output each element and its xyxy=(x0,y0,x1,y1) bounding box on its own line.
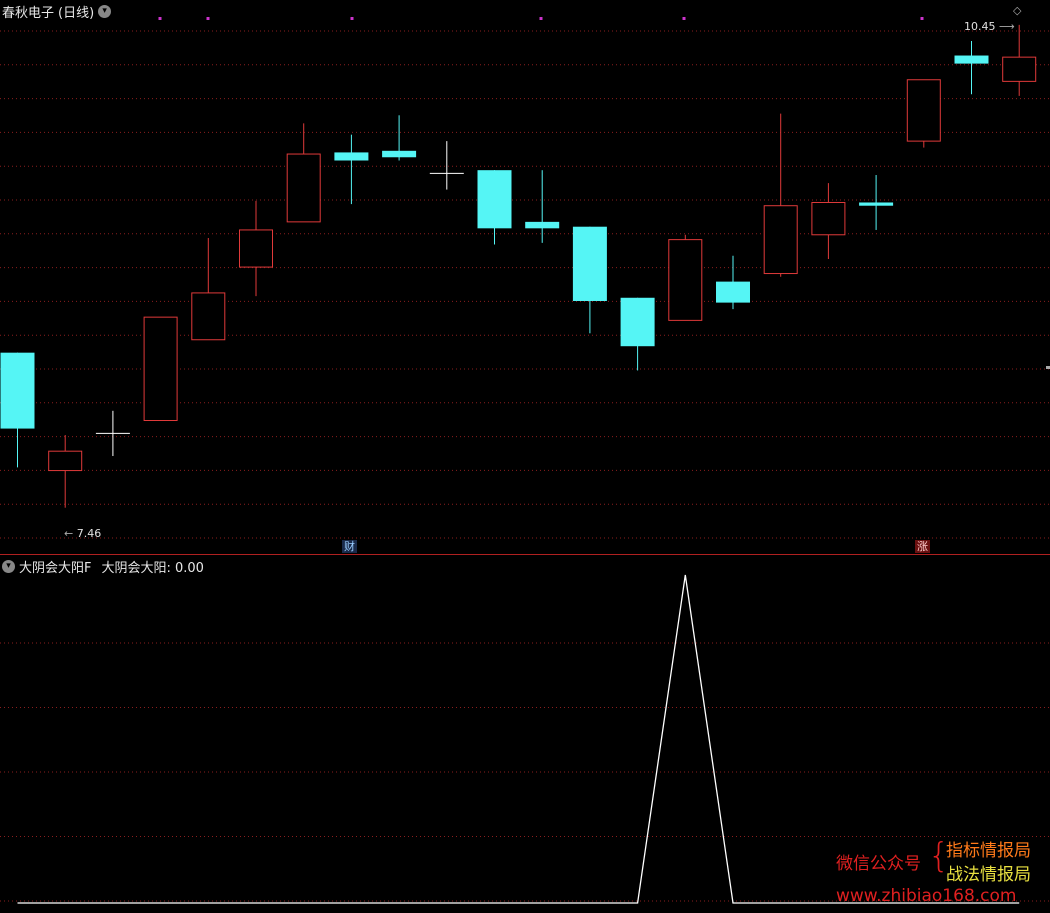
chevron-down-icon[interactable]: ▾ xyxy=(98,5,112,18)
top-marker xyxy=(920,17,924,20)
indicator-title-bar: ▾ 大阴会大阳F 大阴会大阳: 0.00 xyxy=(2,557,204,576)
candle-body xyxy=(477,170,512,229)
candle-body xyxy=(48,450,83,472)
candle-body xyxy=(811,201,846,236)
top-marker xyxy=(539,17,543,20)
candle-body xyxy=(286,153,321,223)
diamond-icon[interactable]: ◇ xyxy=(1013,4,1021,17)
candle-body xyxy=(572,226,607,301)
period-label: (日线) xyxy=(58,6,95,21)
top-marker xyxy=(206,17,210,20)
watermark-url: www.zhibiao168.com xyxy=(836,886,1017,906)
candle-body xyxy=(0,352,35,429)
candle-body xyxy=(334,152,369,161)
watermark-line2: 指标情报局 xyxy=(946,841,1031,861)
candle-body xyxy=(716,281,750,303)
candle-body xyxy=(191,292,226,341)
candle-body xyxy=(906,79,941,142)
indicator-name: 大阴会大阳F xyxy=(19,561,92,576)
candle-body xyxy=(143,316,178,421)
watermark-wechat: 微信公众号 xyxy=(836,854,921,874)
candle-body xyxy=(763,205,798,275)
price-chart-pane[interactable]: 春秋电子 (日线) ▾ 10.45 ⟶ ← 7.46 财 涨 ◇ xyxy=(0,0,1050,554)
candle-body xyxy=(525,221,560,229)
rise-event-tag[interactable]: 涨 xyxy=(915,540,930,553)
candle-body xyxy=(239,229,273,268)
low-price-label: ← 7.46 xyxy=(64,527,102,540)
candle-body xyxy=(859,202,894,206)
indicator-value: 大阴会大阳: 0.00 xyxy=(101,561,204,576)
candlestick-chart[interactable] xyxy=(0,0,1050,554)
finance-event-tag[interactable]: 财 xyxy=(342,540,357,553)
candle-body xyxy=(620,297,655,347)
candle-body xyxy=(382,150,417,158)
candle-body xyxy=(954,55,989,64)
top-marker xyxy=(350,17,354,20)
scroll-marker xyxy=(1046,366,1050,369)
chevron-down-icon[interactable]: ▾ xyxy=(2,560,15,573)
candle-body xyxy=(668,239,703,321)
high-price-label: 10.45 ⟶ xyxy=(964,20,1015,33)
stock-name: 春秋电子 xyxy=(2,6,55,21)
top-marker xyxy=(158,17,162,20)
chart-title-bar: 春秋电子 (日线) ▾ xyxy=(2,2,112,21)
watermark-line3: 战法情报局 xyxy=(946,865,1031,885)
top-marker xyxy=(682,17,686,20)
candle-body xyxy=(1002,56,1037,82)
